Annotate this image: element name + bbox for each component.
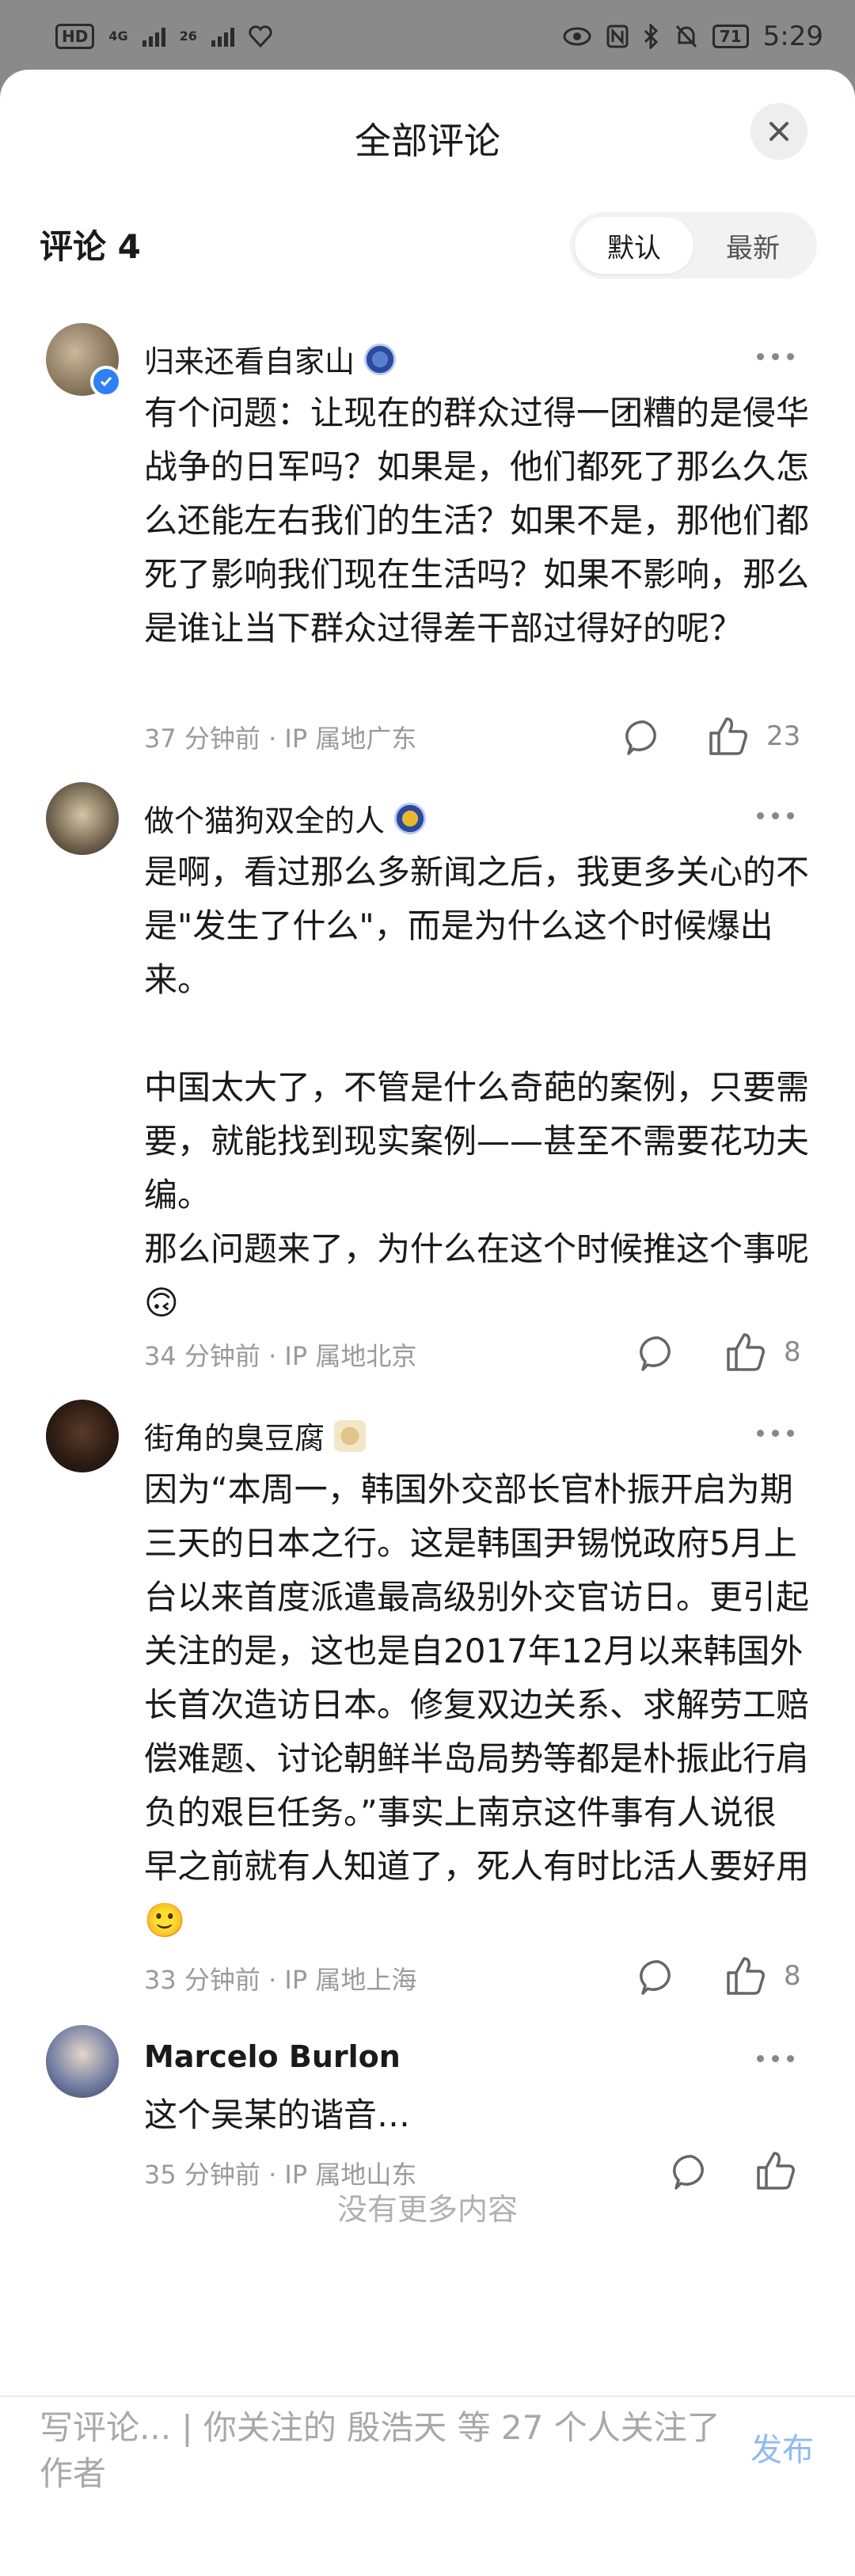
like-count: 8 xyxy=(784,1960,801,1992)
no-more-content-label: 没有更多内容 xyxy=(336,2192,518,2227)
comment-meta: 34 分钟前 · IP 属地北京 xyxy=(144,1341,417,1371)
status-bar: HD 4G 26 71 5:29 xyxy=(0,0,855,73)
bluetooth-icon xyxy=(644,24,658,49)
sort-latest-tab[interactable]: 最新 xyxy=(694,217,812,274)
comment-text: 是啊，看过那么多新闻之后，我更多关心的不是"发生了什么"，而是为什么这个时候爆出… xyxy=(144,853,810,1322)
comment-item: 归来还看自家山 有个问题：让现在的群众过得一团糟的是侵华战争的日军吗？如果是，他… xyxy=(0,323,855,774)
comment-item: Marcelo Burlon 这个吴某的谐音… 35 分钟前 · IP 属地山东 xyxy=(0,2025,855,2190)
close-button[interactable] xyxy=(750,103,808,160)
close-icon xyxy=(770,122,788,141)
sort-default-tab[interactable]: 默认 xyxy=(575,217,694,274)
comments-sheet: 全部评论 评论 4 默认 最新 归来还看自家山 有个问题：让现在的群众过得一团糟… xyxy=(0,70,855,2576)
comment-username[interactable]: 做个猫狗双全的人 xyxy=(144,796,427,840)
comment-meta: 33 分钟前 · IP 属地上海 xyxy=(144,1965,417,1995)
more-options-button[interactable] xyxy=(757,353,794,360)
mute-bell-icon xyxy=(675,25,697,48)
like-icon[interactable] xyxy=(722,1954,766,1998)
username-text: Marcelo Burlon xyxy=(144,2039,401,2074)
comment-meta: 37 分钟前 · IP 属地广东 xyxy=(144,724,417,754)
sheet-title: 全部评论 xyxy=(355,120,500,162)
comment-username[interactable]: 街角的臭豆腐 xyxy=(144,1414,367,1457)
comment-item: 街角的臭豆腐 因为“本周一，韩国外交部长官朴振开启为期三天的日本之行。这是韩国尹… xyxy=(0,1400,855,2017)
avatar[interactable] xyxy=(46,2025,119,2098)
publish-button[interactable]: 发布 xyxy=(750,2424,814,2470)
more-options-button[interactable] xyxy=(757,812,794,819)
network-label-26: 26 xyxy=(179,28,197,44)
level-badge-icon xyxy=(334,1419,367,1452)
comment-compose-bar: 写评论... | 你关注的 殷浩天 等 27 个人关注了作者 发布 xyxy=(0,2396,855,2503)
hd-badge: HD xyxy=(55,24,95,49)
sort-toggle: 默认 最新 xyxy=(570,212,817,279)
more-options-button[interactable] xyxy=(757,2055,794,2062)
like-icon[interactable] xyxy=(722,1330,766,1374)
nfc-icon xyxy=(606,25,629,48)
comment-text: 这个吴某的谐音… xyxy=(144,2095,411,2134)
username-text: 归来还看自家山 xyxy=(144,344,355,379)
comment-text: 有个问题：让现在的群众过得一团糟的是侵华战争的日军吗？如果是，他们都死了那么久怎… xyxy=(144,393,810,648)
reply-icon[interactable] xyxy=(622,716,667,760)
comment-item: 做个猫狗双全的人 是啊，看过那么多新闻之后，我更多关心的不是"发生了什么"，而是… xyxy=(0,782,855,1384)
avatar[interactable] xyxy=(46,782,119,855)
comment-text: 因为“本周一，韩国外交部长官朴振开启为期三天的日本之行。这是韩国尹锡悦政府5月上… xyxy=(144,1470,810,1940)
clock: 5:29 xyxy=(762,21,823,52)
username-text: 做个猫狗双全的人 xyxy=(144,804,386,838)
comment-username[interactable]: 归来还看自家山 xyxy=(144,337,397,381)
status-left: HD 4G 26 xyxy=(55,24,272,49)
eye-icon xyxy=(563,27,591,46)
more-options-button[interactable] xyxy=(757,1430,794,1437)
signal-icon-2 xyxy=(211,26,234,47)
like-icon[interactable] xyxy=(705,714,749,758)
battery-indicator: 71 xyxy=(712,25,749,48)
page: HD 4G 26 71 5:29 全部评论 评论 4 默认 最新 归来还看自家山… xyxy=(0,0,855,2576)
comment-username[interactable]: Marcelo Burlon xyxy=(144,2039,401,2074)
reply-icon[interactable] xyxy=(636,1332,681,1376)
status-right: 71 5:29 xyxy=(562,21,823,52)
level-badge-icon xyxy=(364,343,397,375)
username-text: 街角的臭豆腐 xyxy=(144,1421,325,1456)
reply-icon[interactable] xyxy=(636,1955,681,2000)
like-count: 8 xyxy=(784,1336,801,1368)
signal-icon xyxy=(142,26,165,47)
heart-icon xyxy=(249,25,272,47)
network-label-4g: 4G xyxy=(108,28,128,44)
comments-count-label: 评论 4 xyxy=(40,227,141,266)
comment-input[interactable]: 写评论... | 你关注的 殷浩天 等 27 个人关注了作者 xyxy=(40,2405,720,2497)
level-badge-icon xyxy=(394,802,427,834)
verified-badge-icon xyxy=(90,366,122,397)
avatar[interactable] xyxy=(46,1400,119,1472)
like-count: 23 xyxy=(766,720,801,752)
